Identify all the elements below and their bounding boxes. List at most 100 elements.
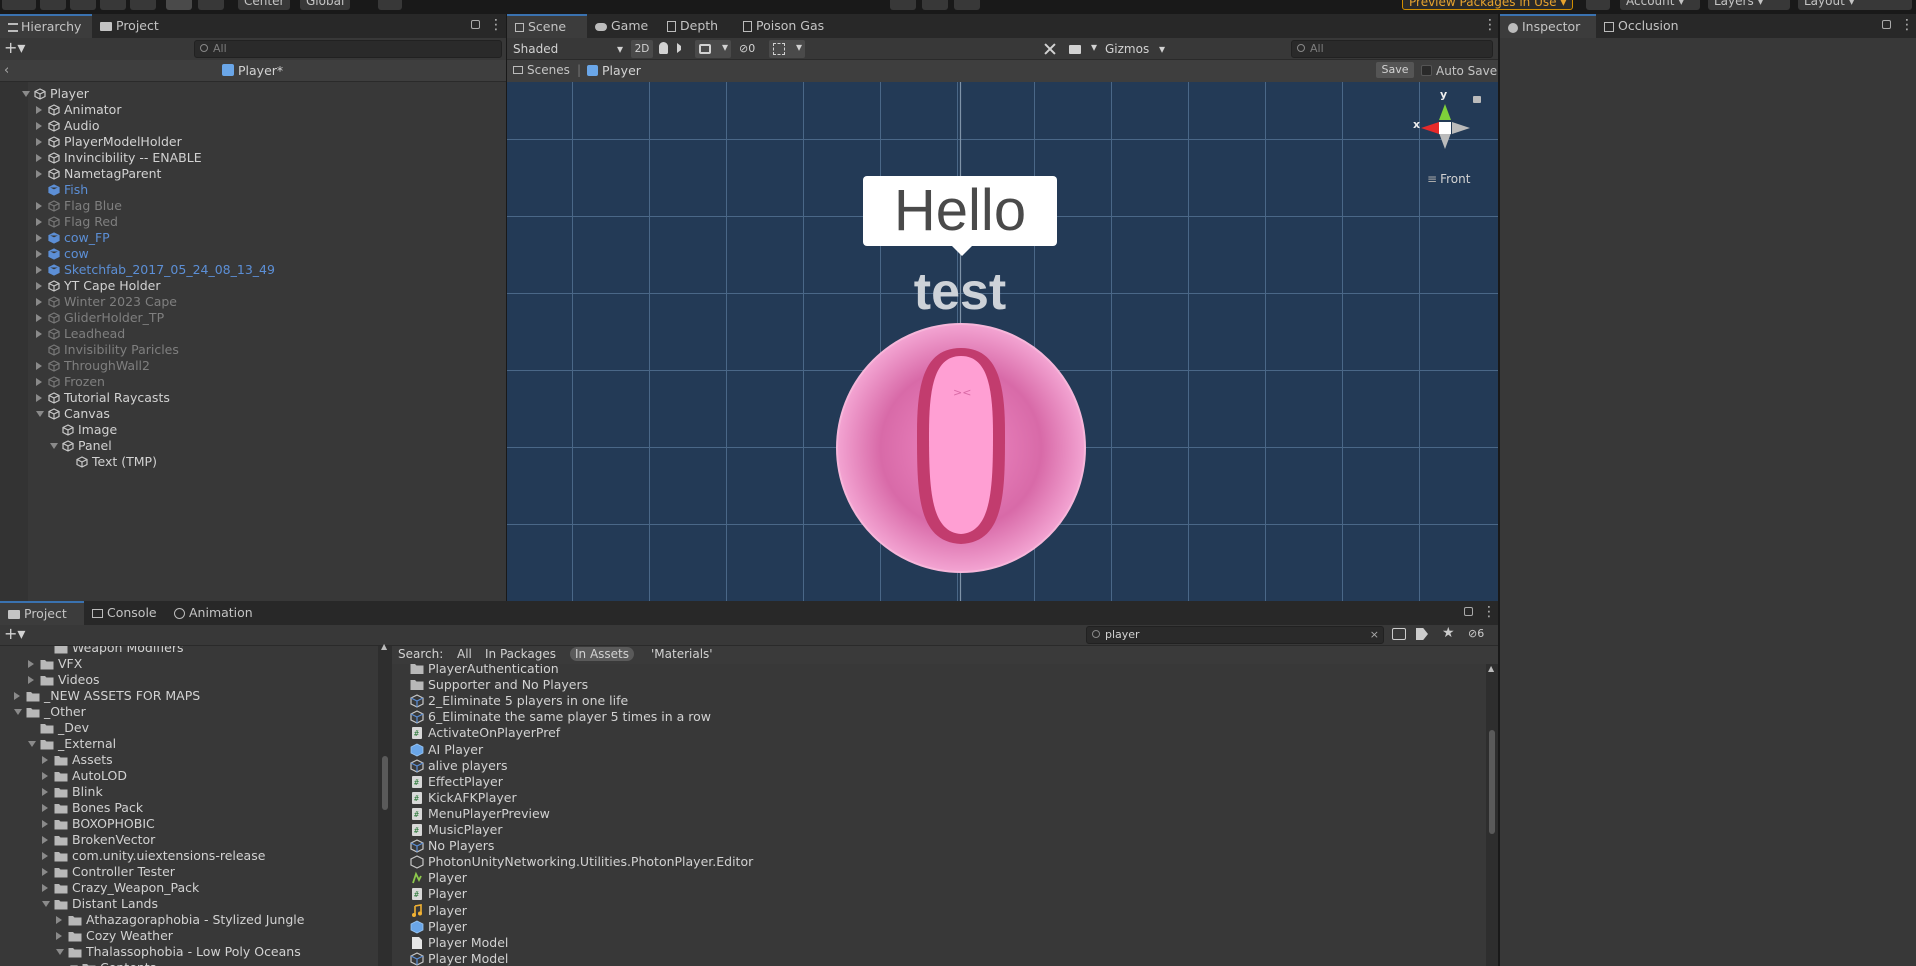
pause-button[interactable] [922, 0, 948, 10]
create-asset-button[interactable]: +▾ [4, 625, 25, 643]
project-search-input[interactable]: player × [1086, 626, 1384, 644]
collapsed-arrow-icon[interactable] [36, 250, 42, 258]
gizmos-dropdown[interactable]: Gizmos ▾ [1105, 40, 1167, 58]
collapsed-arrow-icon[interactable] [36, 378, 42, 386]
hierarchy-item[interactable]: cow_FP [0, 230, 506, 246]
hierarchy-item[interactable]: Sketchfab_2017_05_24_08_13_49 [0, 262, 506, 278]
account-dropdown[interactable]: Account ▾ [1620, 0, 1700, 10]
layers-dropdown[interactable]: Layers ▾ [1708, 0, 1790, 10]
tree-scrollbar-thumb[interactable] [382, 756, 388, 810]
collapsed-arrow-icon[interactable] [42, 852, 48, 860]
results-scrollbar-thumb[interactable] [1489, 730, 1495, 834]
collapsed-arrow-icon[interactable] [42, 804, 48, 812]
expanded-arrow-icon[interactable] [22, 91, 30, 97]
hierarchy-item[interactable]: NametagParent [0, 166, 506, 182]
breadcrumb-player[interactable]: Player [587, 63, 641, 78]
scene-visibility-button[interactable]: ⊘0 [737, 40, 765, 58]
clear-search-icon[interactable]: × [1370, 627, 1379, 643]
hierarchy-item[interactable]: Panel [0, 438, 506, 454]
hierarchy-item[interactable]: Animator [0, 102, 506, 118]
rect-tool-button[interactable] [130, 0, 156, 10]
transform-tool-button[interactable] [166, 0, 192, 10]
label-filter-icon[interactable] [1416, 628, 1428, 640]
hierarchy-item[interactable]: Invisibility Paricles [0, 342, 506, 358]
tab-game[interactable]: Game [587, 14, 656, 38]
collapsed-arrow-icon[interactable] [28, 676, 34, 684]
hierarchy-item[interactable]: Leadhead [0, 326, 506, 342]
hidden-packages-button[interactable]: ⊘6 [1468, 627, 1484, 640]
collapsed-arrow-icon[interactable] [36, 394, 42, 402]
effects-dropdown[interactable]: ▾ [695, 40, 731, 58]
collapsed-arrow-icon[interactable] [42, 836, 48, 844]
save-button[interactable]: Save [1376, 62, 1414, 78]
folder-tree-item[interactable]: Bones Pack [0, 800, 378, 816]
results-scrollbar[interactable]: ▲ [1486, 664, 1498, 966]
search-scope-in-packages[interactable]: In Packages [480, 647, 561, 661]
collapsed-arrow-icon[interactable] [36, 154, 42, 162]
hierarchy-item[interactable]: Player [0, 86, 506, 102]
expanded-arrow-icon[interactable] [42, 901, 50, 907]
collapsed-arrow-icon[interactable] [28, 660, 34, 668]
collapsed-arrow-icon[interactable] [42, 868, 48, 876]
hand-tool-button[interactable] [2, 0, 36, 10]
gizmo-center-cube[interactable] [1439, 122, 1451, 134]
folder-tree-item[interactable]: _Dev [0, 720, 378, 736]
toggle-2d-button[interactable]: 2D [631, 40, 653, 58]
move-tool-button[interactable] [40, 0, 66, 10]
folder-tree-item[interactable]: AutoLOD [0, 768, 378, 784]
collapsed-arrow-icon[interactable] [56, 932, 62, 940]
collapsed-arrow-icon[interactable] [36, 170, 42, 178]
folder-tree-item[interactable]: _External [0, 736, 378, 752]
hierarchy-item[interactable]: ThroughWall2 [0, 358, 506, 374]
folder-tree-item[interactable]: Assets [0, 752, 378, 768]
collapsed-arrow-icon[interactable] [36, 362, 42, 370]
hierarchy-item[interactable]: Frozen [0, 374, 506, 390]
folder-tree-item[interactable]: Thalassophobia - Low Poly Oceans [0, 944, 378, 960]
scene-search-input[interactable]: All [1291, 40, 1493, 58]
collapsed-arrow-icon[interactable] [36, 298, 42, 306]
folder-tree-item[interactable]: Distant Lands [0, 896, 378, 912]
tools-icon[interactable] [1043, 42, 1057, 56]
lock-icon[interactable] [471, 20, 480, 29]
shading-mode-dropdown[interactable]: Shaded ▾ [509, 40, 627, 58]
collapsed-arrow-icon[interactable] [36, 138, 42, 146]
audio-icon[interactable] [677, 43, 687, 53]
expanded-arrow-icon[interactable] [50, 443, 58, 449]
preview-packages-button[interactable]: Preview Packages in Use ▾ [1402, 0, 1574, 10]
folder-tree-item[interactable]: _Other [0, 704, 378, 720]
hierarchy-item[interactable]: Image [0, 422, 506, 438]
lock-icon[interactable] [1882, 20, 1891, 29]
collapsed-arrow-icon[interactable] [42, 884, 48, 892]
folder-tree-item[interactable]: Blink [0, 784, 378, 800]
collapsed-arrow-icon[interactable] [42, 820, 48, 828]
collapsed-arrow-icon[interactable] [36, 282, 42, 290]
more-menu-icon[interactable]: ⋮ [489, 18, 503, 32]
collapsed-arrow-icon[interactable] [36, 330, 42, 338]
tab-scene[interactable]: Scene [507, 14, 587, 38]
expanded-arrow-icon[interactable] [56, 949, 64, 955]
lighting-icon[interactable] [659, 42, 668, 54]
play-button[interactable] [890, 0, 916, 10]
folder-tree-item[interactable]: VFX [0, 656, 378, 672]
collapsed-arrow-icon[interactable] [36, 234, 42, 242]
tab-inspector[interactable]: Inspector [1500, 14, 1596, 38]
tab-poison-gas[interactable]: Poison Gas [735, 14, 832, 38]
collapsed-arrow-icon[interactable] [14, 692, 20, 700]
search-scope-all[interactable]: All [452, 647, 477, 661]
folder-tree-item[interactable]: Controller Tester [0, 864, 378, 880]
orientation-gizmo[interactable]: y x [1407, 88, 1487, 160]
hierarchy-item[interactable]: YT Cape Holder [0, 278, 506, 294]
collapsed-arrow-icon[interactable] [42, 788, 48, 796]
search-scope-in-assets[interactable]: In Assets [570, 647, 635, 661]
collapsed-arrow-icon[interactable] [56, 916, 62, 924]
scene-viewport[interactable]: Hello test >< y x ≡ Front [507, 82, 1498, 601]
pivot-center-button[interactable]: Center [238, 0, 291, 10]
hierarchy-item[interactable]: GliderHolder_TP [0, 310, 506, 326]
cloud-button[interactable] [1586, 0, 1610, 10]
tab-depth[interactable]: Depth [659, 14, 726, 38]
collapsed-arrow-icon[interactable] [36, 314, 42, 322]
folder-tree-item[interactable]: Contents [0, 960, 378, 966]
tab-console[interactable]: Console [84, 601, 165, 625]
hierarchy-item[interactable]: Winter 2023 Cape [0, 294, 506, 310]
tab-animation[interactable]: Animation [166, 601, 261, 625]
